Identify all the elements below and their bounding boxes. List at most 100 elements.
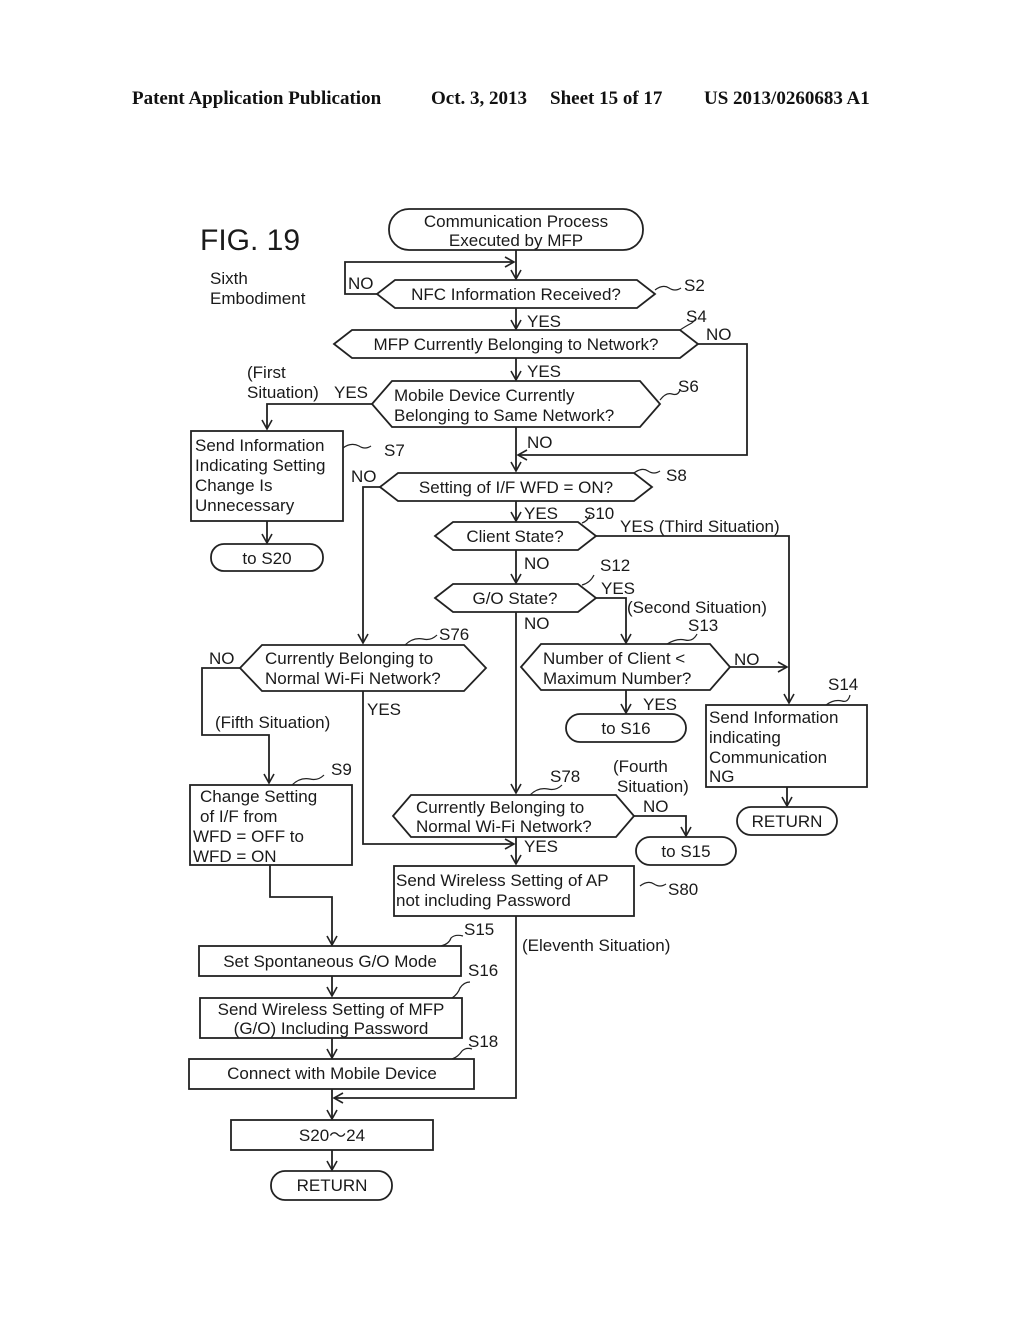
figure-subtitle-2: Embodiment: [210, 289, 306, 308]
s2-no-label: NO: [348, 274, 374, 293]
s6-yes-label: YES: [334, 383, 368, 402]
start-text-2: Executed by MFP: [449, 231, 583, 250]
s18-text: Connect with Mobile Device: [227, 1064, 437, 1083]
s16-step: S16: [468, 961, 498, 980]
s4-no-label: NO: [706, 325, 732, 344]
s8-text: Setting of I/F WFD = ON?: [419, 478, 613, 497]
figure-title: FIG. 19: [200, 224, 300, 257]
s76-step: S76: [439, 625, 469, 644]
s9-step: S9: [331, 760, 352, 779]
terminal-to-s16: to S16: [565, 713, 687, 743]
process-s18: Connect with Mobile Device S18: [188, 1032, 498, 1090]
process-s15: Set Spontaneous G/O Mode S15: [198, 920, 494, 977]
s20-24-text: S20〜24: [299, 1126, 365, 1145]
to-s20-text: to S20: [242, 549, 291, 568]
s2-yes-label: YES: [527, 312, 561, 331]
s80-text-2: not including Password: [396, 891, 571, 910]
s14-step: S14: [828, 675, 858, 694]
s6-text-1: Mobile Device Currently: [394, 386, 575, 405]
process-s80: Send Wireless Setting of AP not includin…: [393, 865, 698, 917]
s6-step: S6: [678, 377, 699, 396]
s10-step: S10: [584, 504, 614, 523]
s14-text-1: Send Information: [709, 708, 838, 727]
s6-first-situation-2: Situation): [247, 383, 319, 402]
s2-text: NFC Information Received?: [411, 285, 621, 304]
s7-text-4: Unnecessary: [195, 496, 295, 515]
decision-s4: MFP Currently Belonging to Network? S4: [332, 307, 707, 359]
s76-text-2: Normal Wi-Fi Network?: [265, 669, 441, 688]
eleventh-situation: (Eleventh Situation): [522, 936, 670, 955]
s4-yes-label: YES: [527, 362, 561, 381]
s80-step: S80: [668, 880, 698, 899]
s6-first-situation-1: (First: [247, 363, 286, 382]
s13-text-2: Maximum Number?: [543, 669, 691, 688]
s76-yes-label: YES: [367, 700, 401, 719]
s8-no-label: NO: [351, 467, 377, 486]
s7-text-3: Change Is: [195, 476, 273, 495]
s10-yes-label: YES (Third Situation): [620, 517, 780, 536]
to-s16-text: to S16: [601, 719, 650, 738]
s10-text: Client State?: [466, 527, 563, 546]
return-1-text: RETURN: [752, 812, 823, 831]
s9-text-1: Change Setting: [200, 787, 317, 806]
s8-yes-label: YES: [524, 504, 558, 523]
s12-step: S12: [600, 556, 630, 575]
to-s15-text: to S15: [661, 842, 710, 861]
return-2-text: RETURN: [297, 1176, 368, 1195]
s12-yes-label: YES: [601, 579, 635, 598]
decision-s6: Mobile Device Currently Belonging to Sam…: [370, 377, 699, 428]
s9-text-4: WFD = ON: [193, 847, 277, 866]
decision-s8: Setting of I/F WFD = ON? S8: [378, 466, 687, 502]
s8-step: S8: [666, 466, 687, 485]
s78-fourth-situation-2: Situation): [617, 777, 689, 796]
s6-text-2: Belonging to Same Network?: [394, 406, 614, 425]
s13-step: S13: [688, 616, 718, 635]
s15-text: Set Spontaneous G/O Mode: [223, 952, 437, 971]
s78-fourth-situation-1: (Fourth: [613, 757, 668, 776]
s76-text-1: Currently Belonging to: [265, 649, 433, 668]
start-text-1: Communication Process: [424, 212, 608, 231]
s9-text-2: of I/F from: [200, 807, 277, 826]
s78-text-2: Normal Wi-Fi Network?: [416, 817, 592, 836]
s16-text-2: (G/O) Including Password: [234, 1019, 429, 1038]
s12-text: G/O State?: [472, 589, 557, 608]
s10-no-label: NO: [524, 554, 550, 573]
terminal-to-s20: to S20: [210, 543, 324, 572]
decision-s2: NFC Information Received? S2: [375, 276, 705, 309]
s78-text-1: Currently Belonging to: [416, 798, 584, 817]
decision-s78: Currently Belonging to Normal Wi-Fi Netw…: [391, 767, 636, 838]
s7-text-2: Indicating Setting: [195, 456, 325, 475]
s7-text-1: Send Information: [195, 436, 324, 455]
s12-no-label: NO: [524, 614, 550, 633]
s2-step: S2: [684, 276, 705, 295]
s9-text-3: WFD = OFF to: [193, 827, 304, 846]
s15-step: S15: [464, 920, 494, 939]
s78-no-label: NO: [643, 797, 669, 816]
s78-step: S78: [550, 767, 580, 786]
s14-text-3: Communication: [709, 748, 827, 767]
process-s20-24: S20〜24: [230, 1119, 434, 1151]
terminal-return-1: RETURN: [736, 806, 838, 836]
terminal-to-s15: to S15: [635, 836, 737, 866]
s12-second-situation: (Second Situation): [627, 598, 767, 617]
s13-yes-label: YES: [643, 695, 677, 714]
s13-text-1: Number of Client <: [543, 649, 685, 668]
s80-text-1: Send Wireless Setting of AP: [396, 871, 609, 890]
s4-text: MFP Currently Belonging to Network?: [373, 335, 658, 354]
s14-text-4: NG: [709, 767, 735, 786]
process-s9: Change Setting of I/F from WFD = OFF to …: [189, 760, 353, 866]
s14-text-2: indicating: [709, 728, 781, 747]
process-s14: Send Information indicating Communicatio…: [705, 675, 868, 788]
flowchart: FIG. 19 Sixth Embodiment Communication P…: [188, 208, 868, 1201]
s7-step: S7: [384, 441, 405, 460]
figure-subtitle-1: Sixth: [210, 269, 248, 288]
start-terminal: Communication Process Executed by MFP: [388, 208, 644, 251]
s16-text-1: Send Wireless Setting of MFP: [218, 1000, 445, 1019]
s78-yes-label: YES: [524, 837, 558, 856]
s76-fifth-situation: (Fifth Situation): [215, 713, 330, 732]
s6-no-label: NO: [527, 433, 553, 452]
terminal-return-2: RETURN: [270, 1170, 393, 1201]
s4-step: S4: [686, 307, 707, 326]
s76-no-label: NO: [209, 649, 235, 668]
s18-step: S18: [468, 1032, 498, 1051]
